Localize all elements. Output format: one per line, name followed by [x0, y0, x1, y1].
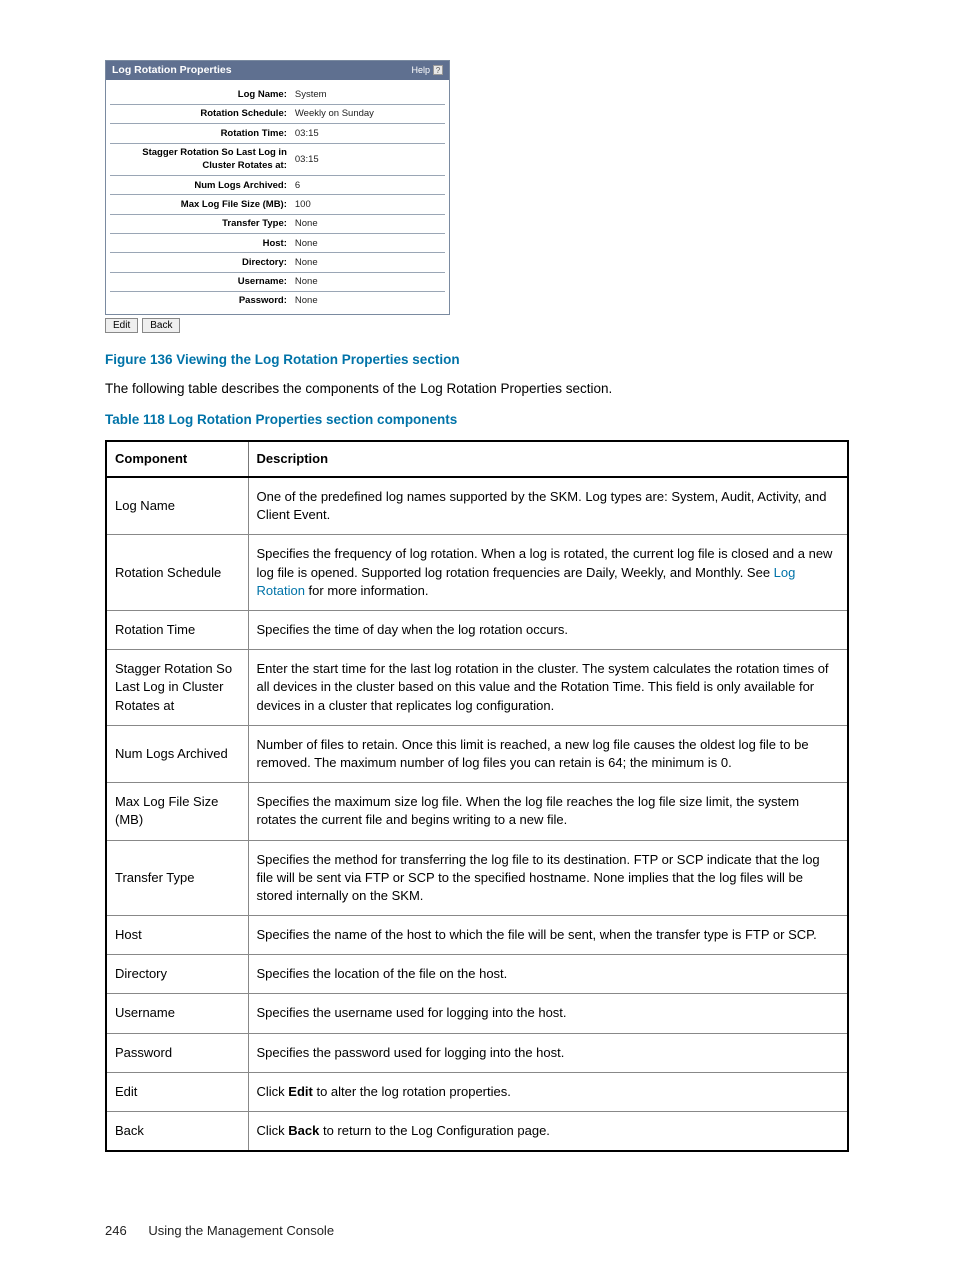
property-value: None [291, 214, 445, 233]
cell-component: Num Logs Archived [106, 725, 248, 782]
cell-component: Password [106, 1033, 248, 1072]
property-row: Rotation Time:03:15 [110, 124, 445, 143]
help-icon: ? [433, 65, 443, 75]
cell-component: Log Name [106, 477, 248, 535]
property-value: Weekly on Sunday [291, 104, 445, 123]
table-row: Log NameOne of the predefined log names … [106, 477, 848, 535]
table-row: Transfer TypeSpecifies the method for tr… [106, 840, 848, 916]
table-row: Stagger Rotation So Last Log in Cluster … [106, 650, 848, 726]
property-value: None [291, 272, 445, 291]
th-description: Description [248, 441, 848, 477]
cell-description: Specifies the maximum size log file. Whe… [248, 783, 848, 840]
table-row: PasswordSpecifies the password used for … [106, 1033, 848, 1072]
table-row: UsernameSpecifies the username used for … [106, 994, 848, 1033]
cell-description: Specifies the time of day when the log r… [248, 611, 848, 650]
cell-component: Rotation Time [106, 611, 248, 650]
cell-component: Directory [106, 955, 248, 994]
property-row: Password:None [110, 291, 445, 310]
property-row: Log Name:System [110, 86, 445, 105]
panel-title: Log Rotation Properties [112, 63, 232, 78]
property-label: Username: [110, 272, 291, 291]
log-rotation-properties-panel: Log Rotation Properties Help ? Log Name:… [105, 60, 450, 315]
property-value: None [291, 234, 445, 253]
cell-description: Click Back to return to the Log Configur… [248, 1112, 848, 1152]
figure-caption: Figure 136 Viewing the Log Rotation Prop… [105, 351, 849, 370]
property-label: Host: [110, 234, 291, 253]
property-value: System [291, 86, 445, 105]
help-label: Help [411, 64, 430, 77]
cell-component: Rotation Schedule [106, 535, 248, 611]
edit-button[interactable]: Edit [105, 318, 138, 333]
cell-description: Specifies the username used for logging … [248, 994, 848, 1033]
property-label: Password: [110, 291, 291, 310]
section-title: Using the Management Console [148, 1223, 334, 1238]
table-row: BackClick Back to return to the Log Conf… [106, 1112, 848, 1152]
property-value: 03:15 [291, 124, 445, 143]
table-row: EditClick Edit to alter the log rotation… [106, 1072, 848, 1111]
property-value: 100 [291, 195, 445, 214]
cell-description: Specifies the location of the file on th… [248, 955, 848, 994]
property-row: Rotation Schedule:Weekly on Sunday [110, 104, 445, 123]
property-label: Rotation Schedule: [110, 104, 291, 123]
cell-description: Specifies the name of the host to which … [248, 916, 848, 955]
cell-component: Back [106, 1112, 248, 1152]
property-value: None [291, 253, 445, 272]
page-footer: 246 Using the Management Console [105, 1222, 849, 1240]
property-value: None [291, 291, 445, 310]
intro-text: The following table describes the compon… [105, 380, 849, 399]
property-label: Transfer Type: [110, 214, 291, 233]
property-label: Max Log File Size (MB): [110, 195, 291, 214]
cell-description: Specifies the password used for logging … [248, 1033, 848, 1072]
th-component: Component [106, 441, 248, 477]
panel-header: Log Rotation Properties Help ? [106, 61, 449, 80]
cell-component: Transfer Type [106, 840, 248, 916]
property-row: Transfer Type:None [110, 214, 445, 233]
properties-table: Log Name:SystemRotation Schedule:Weekly … [110, 86, 445, 311]
page-number: 246 [105, 1223, 127, 1238]
cell-component: Stagger Rotation So Last Log in Cluster … [106, 650, 248, 726]
cell-description: Enter the start time for the last log ro… [248, 650, 848, 726]
property-label: Log Name: [110, 86, 291, 105]
panel-body: Log Name:SystemRotation Schedule:Weekly … [106, 80, 449, 315]
property-label: Num Logs Archived: [110, 176, 291, 195]
table-row: Num Logs ArchivedNumber of files to reta… [106, 725, 848, 782]
property-row: Host:None [110, 234, 445, 253]
cell-description: Number of files to retain. Once this lim… [248, 725, 848, 782]
property-value: 03:15 [291, 143, 445, 176]
cell-component: Username [106, 994, 248, 1033]
inline-bold: Edit [288, 1084, 313, 1099]
property-row: Max Log File Size (MB):100 [110, 195, 445, 214]
cell-description: One of the predefined log names supporte… [248, 477, 848, 535]
property-label: Rotation Time: [110, 124, 291, 143]
cell-component: Host [106, 916, 248, 955]
property-label: Stagger Rotation So Last Log in Cluster … [110, 143, 291, 176]
components-table: Component Description Log NameOne of the… [105, 440, 849, 1152]
cell-description: Specifies the method for transferring th… [248, 840, 848, 916]
cell-description: Specifies the frequency of log rotation.… [248, 535, 848, 611]
back-button[interactable]: Back [142, 318, 180, 333]
panel-button-row: Edit Back [105, 318, 849, 333]
inline-link[interactable]: Log Rotation [257, 565, 796, 598]
table-row: Rotation TimeSpecifies the time of day w… [106, 611, 848, 650]
inline-bold: Back [288, 1123, 319, 1138]
table-row: Rotation ScheduleSpecifies the frequency… [106, 535, 848, 611]
property-label: Directory: [110, 253, 291, 272]
property-value: 6 [291, 176, 445, 195]
property-row: Username:None [110, 272, 445, 291]
table-row: DirectorySpecifies the location of the f… [106, 955, 848, 994]
table-caption: Table 118 Log Rotation Properties sectio… [105, 411, 849, 430]
table-row: Max Log File Size (MB)Specifies the maxi… [106, 783, 848, 840]
table-row: HostSpecifies the name of the host to wh… [106, 916, 848, 955]
property-row: Stagger Rotation So Last Log in Cluster … [110, 143, 445, 176]
help-link[interactable]: Help ? [411, 64, 443, 77]
cell-description: Click Edit to alter the log rotation pro… [248, 1072, 848, 1111]
cell-component: Max Log File Size (MB) [106, 783, 248, 840]
property-row: Directory:None [110, 253, 445, 272]
cell-component: Edit [106, 1072, 248, 1111]
property-row: Num Logs Archived:6 [110, 176, 445, 195]
